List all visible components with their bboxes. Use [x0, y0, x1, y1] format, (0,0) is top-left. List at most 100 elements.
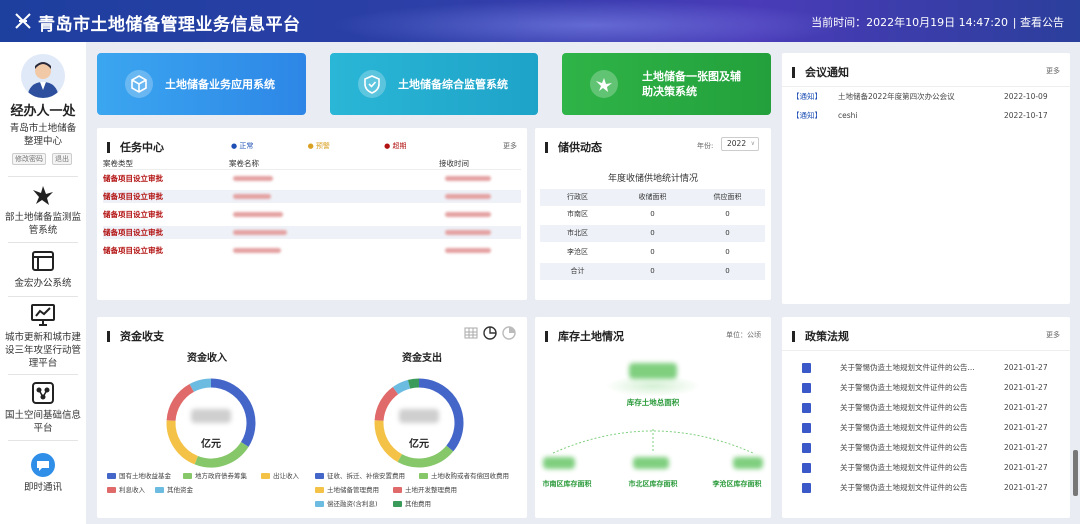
district-cell: 市北区 — [567, 229, 588, 237]
policy-date: 2021-01-27 — [1004, 443, 1048, 452]
policy-date: 2021-01-27 — [1004, 463, 1048, 472]
redacted-name — [233, 248, 281, 253]
list-item[interactable]: 关于警惕伪造土地规划文件证件的公告 2021-01-27 — [802, 481, 1062, 495]
redacted-time — [445, 194, 491, 199]
header-glow — [330, 0, 850, 42]
task-more-link[interactable]: 更多 — [503, 141, 517, 151]
system-tile-label: 土地储备综合监管系统 — [398, 77, 508, 91]
sidebar-item-land-monitor[interactable]: 部土地储备监测监管系统 — [0, 182, 86, 237]
logo-icon — [15, 13, 31, 29]
column-header: 接收时间 — [439, 159, 469, 168]
list-item[interactable]: 关于警惕伪造土地规划文件证件的公告 2021-01-27 — [802, 381, 1062, 395]
table-row[interactable]: 储备项目设立审批 — [103, 190, 521, 203]
system-tile-decision[interactable]: 土地储备一张图及辅助决策系统 — [562, 53, 771, 115]
list-item[interactable]: 【通知】 土地储备2022年度第四次办公会议 2022-10-09 — [792, 90, 1062, 104]
table-row[interactable]: 储备项目设立审批 — [103, 226, 521, 239]
meeting-more-link[interactable]: 更多 — [1046, 66, 1060, 76]
table-row[interactable]: 储备项目设立审批 — [103, 208, 521, 221]
sidebar-item-urban-renewal[interactable]: 城市更新和城市建设三年攻坚行动管理平台 — [0, 302, 86, 370]
expense-donut-chart — [374, 378, 464, 468]
notice-tag: 【通知】 — [792, 111, 822, 120]
table-view-icon[interactable] — [464, 326, 478, 340]
list-item[interactable]: 关于警惕伪造土地规划文件证件的公告 2021-01-27 — [802, 421, 1062, 435]
monitor-chart-icon — [31, 304, 55, 326]
expense-total-redacted — [399, 409, 439, 423]
table-row[interactable]: 储备项目设立审批 — [103, 244, 521, 257]
view-notice-link[interactable]: | 查看公告 — [1013, 14, 1064, 30]
list-item[interactable]: 关于警惕伪造土地规划文件证件的公告 2021-01-27 — [802, 401, 1062, 415]
task-type: 储备项目设立审批 — [103, 210, 163, 219]
value-cell: 0 — [650, 248, 655, 256]
legend-normal: ● 正常 — [231, 142, 254, 150]
sidebar-item-office[interactable]: 金宏办公系统 — [0, 248, 86, 290]
policy-text: 关于警惕伪造土地规划文件证件的公告 — [840, 483, 968, 492]
notice-tag: 【通知】 — [792, 92, 822, 101]
redacted-name — [233, 230, 287, 235]
user-org: 青岛市土地储备 整理中心 — [4, 122, 82, 148]
avatar-person-icon — [27, 62, 59, 98]
document-icon — [802, 383, 811, 393]
list-item[interactable]: 【通知】 ceshi 2022-10-17 — [792, 109, 1062, 123]
scrollbar-handle[interactable] — [1073, 450, 1078, 496]
legend-item: 其他资金 — [155, 484, 193, 494]
policy-text: 关于警惕伪造土地规划文件证件的公告 — [840, 403, 968, 412]
policy-date: 2021-01-27 — [1004, 423, 1048, 432]
redacted-name — [233, 176, 273, 181]
policy-text: 关于警惕伪造土地规划文件证件的公告 — [840, 443, 968, 452]
sidebar-item-label: 即时通讯 — [23, 482, 62, 493]
legend-item: 其他费用 — [393, 498, 431, 508]
table-row[interactable]: 储备项目设立审批 — [103, 172, 521, 185]
system-tile-business[interactable]: 土地储备业务应用系统 — [97, 53, 306, 115]
column-header: 案卷类型 — [103, 159, 133, 168]
sidebar-item-instant-message[interactable]: 即时通讯 — [0, 452, 86, 494]
legend-item: 偿还融资(含利息) — [315, 498, 378, 508]
year-select[interactable]: 2022 ∨ — [721, 137, 759, 151]
page-title: 青岛市土地储备管理业务信息平台 — [38, 15, 301, 35]
task-table-header: 案卷类型 案卷名称 接收时间 — [103, 157, 521, 170]
document-icon — [802, 463, 811, 473]
task-type: 储备项目设立审批 — [103, 246, 163, 255]
district-label: 市北区库存面积 — [628, 480, 678, 488]
column-header: 收储面积 — [638, 193, 667, 201]
list-item[interactable]: 关于警惕伪造土地规划文件证件的公告 2021-01-27 — [802, 441, 1062, 455]
change-password-button[interactable]: 修改密码 — [12, 153, 46, 165]
stock-land-card: 库存土地情况 单位：公顷 库存土地总面积 市南区库存面积 市北区库存面积 李沧区… — [535, 317, 771, 518]
redacted-time — [445, 176, 491, 181]
redacted-name — [233, 212, 283, 217]
sidebar: 经办人一处 青岛市土地储备 整理中心 修改密码 退出 部土地储备监测监管系统 金… — [0, 42, 86, 524]
system-tile-supervision[interactable]: 土地储备综合监管系统 — [330, 53, 538, 115]
donut-segment — [397, 445, 454, 468]
meeting-title: 会议通知 — [792, 67, 849, 78]
policy-more-link[interactable]: 更多 — [1046, 330, 1060, 340]
notice-date: 2022-10-17 — [1004, 111, 1048, 120]
divider — [8, 176, 78, 177]
legend-item: 国有土地收益基金 — [107, 470, 171, 480]
list-item[interactable]: 关于警惕伪造土地规划文件证件的公告 2021-01-27 — [802, 461, 1062, 475]
legend-item: 地方政府债券筹集 — [183, 470, 247, 480]
task-status-legend: ● 正常 ● 预警 ● 超期 — [231, 141, 407, 151]
policy-date: 2021-01-27 — [1004, 483, 1048, 492]
donut-segment — [374, 386, 399, 422]
value-cell: 0 — [725, 229, 730, 237]
sidebar-item-spatial-info[interactable]: 国土空间基础信息平台 — [0, 380, 86, 435]
donut-segment — [392, 379, 411, 395]
pie-chart-icon[interactable] — [483, 326, 497, 340]
task-type: 储备项目设立审批 — [103, 174, 163, 183]
sidebar-item-label: 金宏办公系统 — [14, 278, 72, 289]
redacted-time — [445, 230, 491, 235]
divider — [8, 296, 78, 297]
district-cell: 合计 — [570, 267, 585, 275]
list-item[interactable]: 关于警惕伪造土地规划文件证件的公告... 2021-01-27 — [802, 361, 1062, 375]
logout-button[interactable]: 退出 — [52, 153, 72, 165]
donut-segment — [407, 378, 420, 389]
notice-date: 2022-10-09 — [1004, 92, 1048, 101]
policy-text: 关于警惕伪造土地规划文件证件的公告 — [840, 423, 968, 432]
donut-chart-icon[interactable] — [502, 326, 516, 340]
stock-unit: 单位：公顷 — [726, 331, 761, 339]
total-value-redacted — [629, 363, 677, 379]
user-name: 经办人一处 — [10, 104, 76, 119]
legend-item: 土地储备管理费用 — [315, 484, 379, 494]
chat-icon — [31, 453, 55, 477]
value-cell: 0 — [650, 210, 655, 218]
meeting-notice-card: 会议通知 更多 【通知】 土地储备2022年度第四次办公会议 2022-10-0… — [782, 53, 1070, 304]
